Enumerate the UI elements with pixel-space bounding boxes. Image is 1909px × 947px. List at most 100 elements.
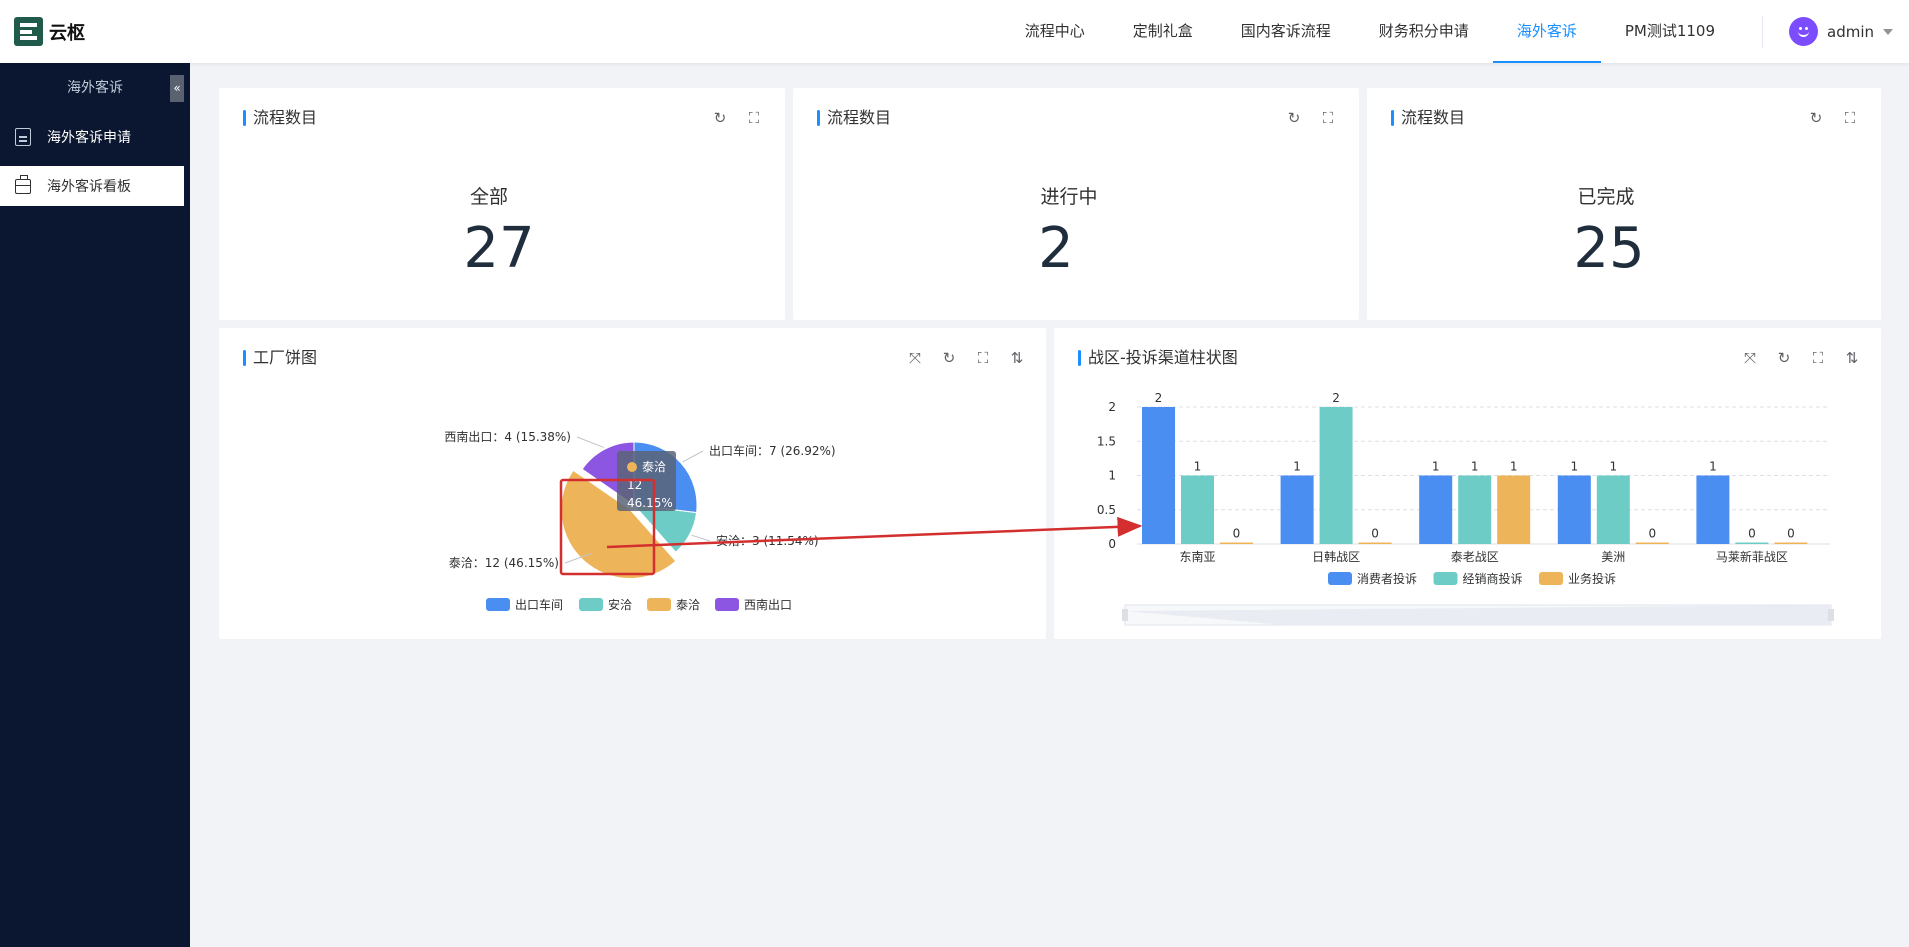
stat-value: 2 [1038, 216, 1074, 281]
legend-label: 出口车间 [515, 597, 563, 612]
y-tick-label: 2 [1108, 400, 1116, 414]
user-name[interactable]: admin [1827, 23, 1874, 41]
x-tick-label: 泰老战区 [1451, 550, 1499, 564]
pie-slice-label: 泰洽：12 (46.15%) [449, 556, 559, 570]
bar-data-label: 1 [1570, 460, 1578, 474]
nav-item-domestic-complaint[interactable]: 国内客诉流程 [1217, 0, 1355, 63]
fullscreen-icon[interactable]: ⛶ [1842, 110, 1858, 126]
bar-data-label: 1 [1293, 460, 1301, 474]
legend-swatch [579, 598, 603, 611]
pie-chart: 出口车间：7 (26.92%) 安洽：3 (11.54%) 泰洽：12 (46.15… [444, 429, 836, 612]
bar [1142, 407, 1175, 544]
card-title: 流程数目 [1391, 108, 1465, 128]
bar [1358, 542, 1392, 544]
bar [1696, 475, 1730, 544]
legend-swatch [715, 598, 739, 611]
stat-label: 进行中 [1040, 186, 1098, 208]
main-nav: 流程中心 定制礼盒 国内客诉流程 财务积分申请 海外客诉 PM测试1109 [1001, 0, 1739, 63]
legend-swatch [486, 598, 510, 611]
sidebar-item-overseas-complaint-apply[interactable]: 海外客诉申请 [0, 117, 184, 157]
user-menu[interactable]: admin [1789, 17, 1893, 46]
bar [1774, 542, 1808, 544]
legend-swatch [1433, 572, 1458, 585]
stat-label: 已完成 [1577, 186, 1635, 208]
bar-data-label: 0 [1748, 527, 1756, 541]
bar [1319, 407, 1353, 544]
nav-item-process-center[interactable]: 流程中心 [1001, 0, 1109, 63]
nav-item-overseas-complaint[interactable]: 海外客诉 [1492, 0, 1601, 63]
bar-data-label: 2 [1332, 391, 1340, 405]
bar-data-label: 1 [1709, 460, 1717, 474]
legend-label: 经销商投诉 [1463, 571, 1523, 586]
legend-label: 西南出口 [744, 597, 792, 612]
legend-swatch [647, 598, 671, 611]
stat-card-completed: 流程数目 ↻ ⛶ 已完成 25 [1367, 88, 1881, 320]
bar-data-label: 0 [1371, 527, 1379, 541]
pie-slice-label: 安洽：3 (11.54%) [716, 533, 819, 548]
bar [1497, 475, 1531, 544]
bar [1557, 475, 1591, 544]
legend-label: 泰洽 [676, 598, 700, 612]
bar [1181, 475, 1214, 544]
card-title: 流程数目 [817, 108, 891, 128]
legend-swatch [1328, 572, 1352, 585]
nav-item-finance-points[interactable]: 财务积分申请 [1355, 0, 1493, 63]
legend-label: 业务投诉 [1568, 571, 1616, 586]
bar-data-label: 0 [1233, 527, 1241, 541]
pie-leader-line [691, 534, 711, 542]
stat-card-all: 流程数目 ↻ ⛶ 全部 27 [219, 88, 785, 320]
chevron-down-icon[interactable] [1883, 28, 1893, 35]
bar [1280, 475, 1314, 544]
fullscreen-icon[interactable]: ⛶ [746, 110, 762, 126]
document-icon [15, 128, 31, 146]
top-navbar: 云枢 流程中心 定制礼盒 国内客诉流程 财务积分申请 海外客诉 PM测试1109… [0, 0, 1909, 63]
sidebar-item-label: 海外客诉看板 [47, 179, 131, 195]
stat-value: 27 [463, 216, 535, 281]
x-tick-label: 马莱新菲战区 [1716, 549, 1788, 564]
avatar[interactable] [1789, 17, 1818, 46]
bar [1220, 542, 1253, 544]
bar [1596, 475, 1630, 544]
nav-item-pm-test[interactable]: PM测试1109 [1601, 0, 1739, 63]
fullscreen-icon[interactable]: ⛶ [1320, 110, 1336, 126]
sidebar-item-label: 海外客诉申请 [47, 130, 131, 146]
bar-data-label: 1 [1609, 460, 1617, 474]
y-tick-label: 0 [1108, 537, 1116, 551]
bar-data-label: 1 [1471, 460, 1479, 474]
nav-divider [1762, 16, 1763, 48]
collapse-sidebar-button[interactable]: « [170, 75, 184, 102]
tooltip-percent: 46.15% [627, 496, 673, 510]
pie-slice-label: 出口车间：7 (26.92%) [709, 443, 836, 458]
refresh-icon[interactable]: ↻ [1808, 110, 1824, 126]
pie-slice-label: 西南出口：4 (15.38%) [444, 429, 571, 444]
bar-data-label: 1 [1510, 460, 1518, 474]
refresh-icon[interactable]: ↻ [712, 110, 728, 126]
dashboard-icon [15, 174, 31, 194]
bar [1635, 542, 1669, 544]
stat-card-in-progress: 流程数目 ↻ ⛶ 进行中 2 [793, 88, 1359, 320]
bar-data-label: 1 [1194, 460, 1202, 474]
logo-icon [14, 17, 43, 46]
bar-data-label: 1 [1432, 460, 1440, 474]
app-logo[interactable]: 云枢 [14, 17, 85, 46]
app-name: 云枢 [49, 22, 85, 44]
legend-label: 安洽 [608, 597, 632, 612]
stat-label: 全部 [469, 186, 508, 208]
bar [1735, 542, 1769, 544]
bar-chart-card: 战区-投诉渠道柱状图 ⤧ ↻ ⛶ ⇅ 0 0.5 1 1.5 2 2 1 0 东南亚 1 2 0 日韩战… [1054, 328, 1881, 639]
bar-data-label: 2 [1155, 391, 1163, 405]
y-tick-label: 1 [1108, 469, 1116, 483]
nav-item-gift-box[interactable]: 定制礼盒 [1109, 0, 1217, 63]
card-title: 流程数目 [243, 108, 317, 128]
bar [1458, 475, 1492, 544]
sidebar-item-overseas-complaint-dashboard[interactable]: 海外客诉看板 [0, 166, 184, 206]
bar-chart: 0 0.5 1 1.5 2 2 1 0 东南亚 1 2 0 日韩战区 1 1 1 泰老战区 1 1 0 美洲 1 0 0 马莱新… [1097, 391, 1834, 626]
bar-data-label: 0 [1648, 527, 1656, 541]
pie-leader-line [576, 436, 604, 448]
x-tick-label: 东南亚 [1179, 549, 1215, 564]
refresh-icon[interactable]: ↻ [1286, 110, 1302, 126]
legend-label: 消费者投诉 [1357, 571, 1417, 586]
pie-chart-card: 工厂饼图 ⤧ ↻ ⛶ ⇅ 出口车间：7 (26.92%) 安洽：3 (11.54%… [219, 328, 1046, 639]
stat-value: 25 [1573, 216, 1645, 281]
y-tick-label: 1.5 [1097, 434, 1116, 448]
